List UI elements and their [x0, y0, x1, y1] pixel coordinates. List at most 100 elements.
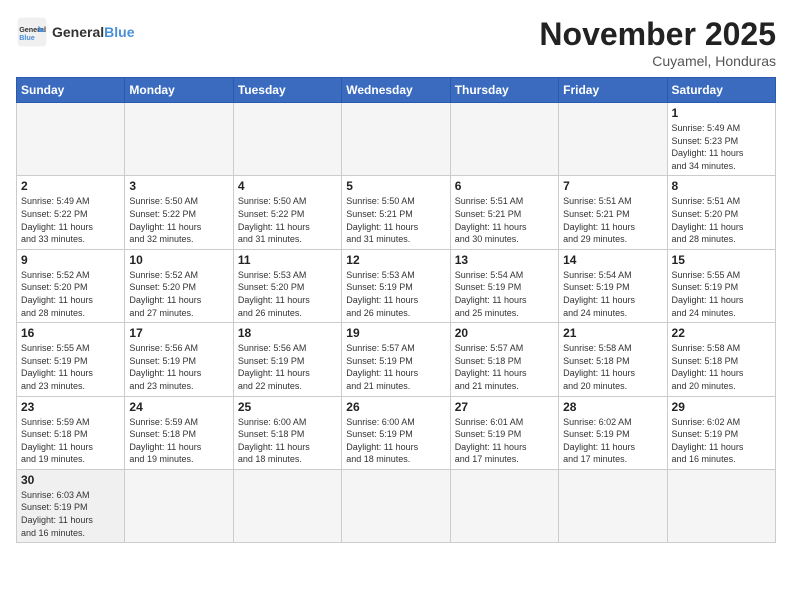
sunset-text: Sunset: 5:23 PM — [672, 135, 771, 148]
daylight-text: Daylight: 11 hours and 23 minutes. — [21, 367, 120, 392]
daylight-text: Daylight: 11 hours and 25 minutes. — [455, 294, 554, 319]
sunset-text: Sunset: 5:21 PM — [455, 208, 554, 221]
sunrise-text: Sunrise: 6:03 AM — [21, 489, 120, 502]
day-number: 2 — [21, 179, 120, 193]
day-number: 12 — [346, 253, 445, 267]
calendar-cell: 25 Sunrise: 6:00 AMSunset: 5:18 PMDayligh… — [233, 396, 341, 469]
day-info: Sunrise: 6:00 AMSunset: 5:19 PMDaylight:… — [346, 416, 445, 466]
daylight-text: Daylight: 11 hours and 18 minutes. — [238, 441, 337, 466]
calendar-cell: 21Sunrise: 5:58 AMSunset: 5:18 PMDayligh… — [559, 323, 667, 396]
day-info: Sunrise: 5:50 AMSunset: 5:22 PMDaylight:… — [129, 195, 228, 245]
daylight-text: Daylight: 11 hours and 20 minutes. — [563, 367, 662, 392]
day-number: 6 — [455, 179, 554, 193]
day-number: 3 — [129, 179, 228, 193]
calendar-cell: 12 Sunrise: 5:53 AMSunset: 5:19 PMDayligh… — [342, 249, 450, 322]
calendar-cell — [342, 103, 450, 176]
calendar-week-0: 1Sunrise: 5:49 AMSunset: 5:23 PMDaylight… — [17, 103, 776, 176]
sunrise-text: Sunrise: 5:58 AM — [563, 342, 662, 355]
calendar-cell — [450, 103, 558, 176]
calendar-cell: 28Sunrise: 6:02 AMSunset: 5:19 PMDayligh… — [559, 396, 667, 469]
calendar-cell — [559, 469, 667, 542]
day-info: Sunrise: 5:59 AMSunset: 5:18 PMDaylight:… — [21, 416, 120, 466]
day-info: Sunrise: 5:52 AMSunset: 5:20 PMDaylight:… — [129, 269, 228, 319]
sunrise-text: Sunrise: 5:56 AM — [238, 342, 337, 355]
calendar-week-5: 30Sunrise: 6:03 AMSunset: 5:19 PMDayligh… — [17, 469, 776, 542]
sunrise-text: Sunrise: 5:52 AM — [21, 269, 120, 282]
day-number: 20 — [455, 326, 554, 340]
sunrise-text: Sunrise: 5:49 AM — [672, 122, 771, 135]
daylight-text: Daylight: 11 hours and 34 minutes. — [672, 147, 771, 172]
day-number: 19 — [346, 326, 445, 340]
calendar-cell: 13Sunrise: 5:54 AMSunset: 5:19 PMDayligh… — [450, 249, 558, 322]
daylight-text: Daylight: 11 hours and 19 minutes. — [21, 441, 120, 466]
day-number: 5 — [346, 179, 445, 193]
daylight-text: Daylight: 11 hours and 17 minutes. — [563, 441, 662, 466]
daylight-text: Daylight: 11 hours and 27 minutes. — [129, 294, 228, 319]
calendar-week-3: 16Sunrise: 5:55 AMSunset: 5:19 PMDayligh… — [17, 323, 776, 396]
sunset-text: Sunset: 5:20 PM — [21, 281, 120, 294]
sunset-text: Sunset: 5:20 PM — [129, 281, 228, 294]
day-number: 4 — [238, 179, 337, 193]
weekday-header-sunday: Sunday — [17, 78, 125, 103]
day-info: Sunrise: 5:50 AMSunset: 5:21 PMDaylight:… — [346, 195, 445, 245]
daylight-text: Daylight: 11 hours and 20 minutes. — [672, 367, 771, 392]
day-number: 23 — [21, 400, 120, 414]
day-info: Sunrise: 5:57 AMSunset: 5:19 PMDaylight:… — [346, 342, 445, 392]
calendar-week-1: 2Sunrise: 5:49 AMSunset: 5:22 PMDaylight… — [17, 176, 776, 249]
calendar-cell: 4Sunrise: 5:50 AMSunset: 5:22 PMDaylight… — [233, 176, 341, 249]
day-info: Sunrise: 5:54 AMSunset: 5:19 PMDaylight:… — [563, 269, 662, 319]
sunset-text: Sunset: 5:19 PM — [21, 501, 120, 514]
sunset-text: Sunset: 5:18 PM — [129, 428, 228, 441]
logo-text: GeneralBlue — [52, 24, 134, 40]
calendar-cell: 17Sunrise: 5:56 AMSunset: 5:19 PMDayligh… — [125, 323, 233, 396]
sunset-text: Sunset: 5:19 PM — [672, 428, 771, 441]
day-number: 7 — [563, 179, 662, 193]
day-info: Sunrise: 5:54 AMSunset: 5:19 PMDaylight:… — [455, 269, 554, 319]
calendar-cell: 7Sunrise: 5:51 AMSunset: 5:21 PMDaylight… — [559, 176, 667, 249]
sunset-text: Sunset: 5:19 PM — [346, 355, 445, 368]
day-info: Sunrise: 6:00 AMSunset: 5:18 PMDaylight:… — [238, 416, 337, 466]
day-number: 25 — [238, 400, 337, 414]
calendar-cell — [342, 469, 450, 542]
sunset-text: Sunset: 5:18 PM — [238, 428, 337, 441]
daylight-text: Daylight: 11 hours and 16 minutes. — [672, 441, 771, 466]
day-number: 14 — [563, 253, 662, 267]
daylight-text: Daylight: 11 hours and 31 minutes. — [346, 221, 445, 246]
sunrise-text: Sunrise: 5:56 AM — [129, 342, 228, 355]
calendar-cell — [559, 103, 667, 176]
daylight-text: Daylight: 11 hours and 26 minutes. — [346, 294, 445, 319]
day-number: 15 — [672, 253, 771, 267]
day-number: 9 — [21, 253, 120, 267]
day-info: Sunrise: 5:56 AMSunset: 5:19 PMDaylight:… — [129, 342, 228, 392]
daylight-text: Daylight: 11 hours and 33 minutes. — [21, 221, 120, 246]
weekday-header-row: SundayMondayTuesdayWednesdayThursdayFrid… — [17, 78, 776, 103]
sunrise-text: Sunrise: 5:53 AM — [346, 269, 445, 282]
day-info: Sunrise: 5:53 AMSunset: 5:19 PMDaylight:… — [346, 269, 445, 319]
daylight-text: Daylight: 11 hours and 21 minutes. — [346, 367, 445, 392]
weekday-header-saturday: Saturday — [667, 78, 775, 103]
sunrise-text: Sunrise: 6:00 AM — [238, 416, 337, 429]
daylight-text: Daylight: 11 hours and 26 minutes. — [238, 294, 337, 319]
sunset-text: Sunset: 5:18 PM — [21, 428, 120, 441]
daylight-text: Daylight: 11 hours and 24 minutes. — [672, 294, 771, 319]
calendar-cell — [233, 103, 341, 176]
sunrise-text: Sunrise: 5:49 AM — [21, 195, 120, 208]
svg-text:Blue: Blue — [19, 33, 35, 42]
day-info: Sunrise: 5:53 AMSunset: 5:20 PMDaylight:… — [238, 269, 337, 319]
title-block: November 2025 Cuyamel, Honduras — [539, 16, 776, 69]
day-number: 8 — [672, 179, 771, 193]
daylight-text: Daylight: 11 hours and 29 minutes. — [563, 221, 662, 246]
sunset-text: Sunset: 5:19 PM — [563, 281, 662, 294]
calendar-cell: 29Sunrise: 6:02 AMSunset: 5:19 PMDayligh… — [667, 396, 775, 469]
weekday-header-friday: Friday — [559, 78, 667, 103]
day-info: Sunrise: 5:49 AMSunset: 5:23 PMDaylight:… — [672, 122, 771, 172]
calendar-cell: 5 Sunrise: 5:50 AMSunset: 5:21 PMDaylight… — [342, 176, 450, 249]
daylight-text: Daylight: 11 hours and 30 minutes. — [455, 221, 554, 246]
sunset-text: Sunset: 5:20 PM — [672, 208, 771, 221]
calendar-week-4: 23 Sunrise: 5:59 AMSunset: 5:18 PMDayligh… — [17, 396, 776, 469]
calendar-cell: 2Sunrise: 5:49 AMSunset: 5:22 PMDaylight… — [17, 176, 125, 249]
calendar-cell: 26Sunrise: 6:00 AMSunset: 5:19 PMDayligh… — [342, 396, 450, 469]
day-number: 10 — [129, 253, 228, 267]
calendar-cell: 9Sunrise: 5:52 AMSunset: 5:20 PMDaylight… — [17, 249, 125, 322]
sunset-text: Sunset: 5:19 PM — [563, 428, 662, 441]
